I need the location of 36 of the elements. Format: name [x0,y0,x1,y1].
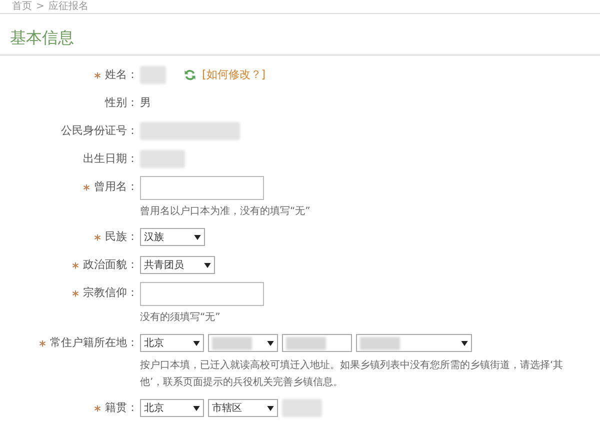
field-label: 姓名： [105,66,138,83]
field-label: 宗教信仰： [83,284,138,301]
hint-text: 按户口本填，已迁入就读高校可填迁入地址。如果乡镇列表中没有您所需的乡镇街道，请选择‘其他’，联系页面提示的兵役机关完善乡镇信息。 [140,358,564,390]
refresh-icon[interactable] [184,69,196,81]
redacted-block [140,66,166,84]
caret-icon [193,406,200,410]
field-label: 曾用名： [94,178,138,195]
hint-text: 没有的须填写“无” [140,310,222,325]
caret-icon [193,340,200,346]
caret-icon [461,340,468,346]
select-field[interactable]: 共青团员 [140,256,215,274]
breadcrumb-separator: > [36,0,44,13]
caret-icon [194,234,201,240]
field-label: 性别： [105,94,138,111]
caret-icon [267,340,274,346]
field-label: 民族： [105,228,138,245]
field-value: 男 [140,94,151,111]
field-label: 籍贯： [105,400,138,416]
select-field[interactable]: 市辖区 [208,399,278,417]
select-field[interactable] [356,334,472,352]
field-label: 公民身份证号： [61,122,138,139]
field-label: 政治面貌： [83,256,138,273]
select-field[interactable]: 汉族 [140,228,205,246]
caret-icon [204,262,211,268]
field-label: 出生日期： [83,150,138,167]
hint-text: 曾用名以户口本为准，没有的填写“无” [140,204,312,219]
section-title: 基本信息 [10,30,75,46]
input-field[interactable] [140,282,264,306]
select-field[interactable] [208,334,278,352]
select-field[interactable] [282,334,352,352]
select-field[interactable]: 北京 [140,399,204,417]
redacted-block [140,150,185,168]
select-field[interactable]: 北京 [140,334,204,352]
field-label: 常住户籍所在地： [50,334,138,351]
input-field[interactable] [140,176,264,200]
caret-icon [267,406,274,410]
